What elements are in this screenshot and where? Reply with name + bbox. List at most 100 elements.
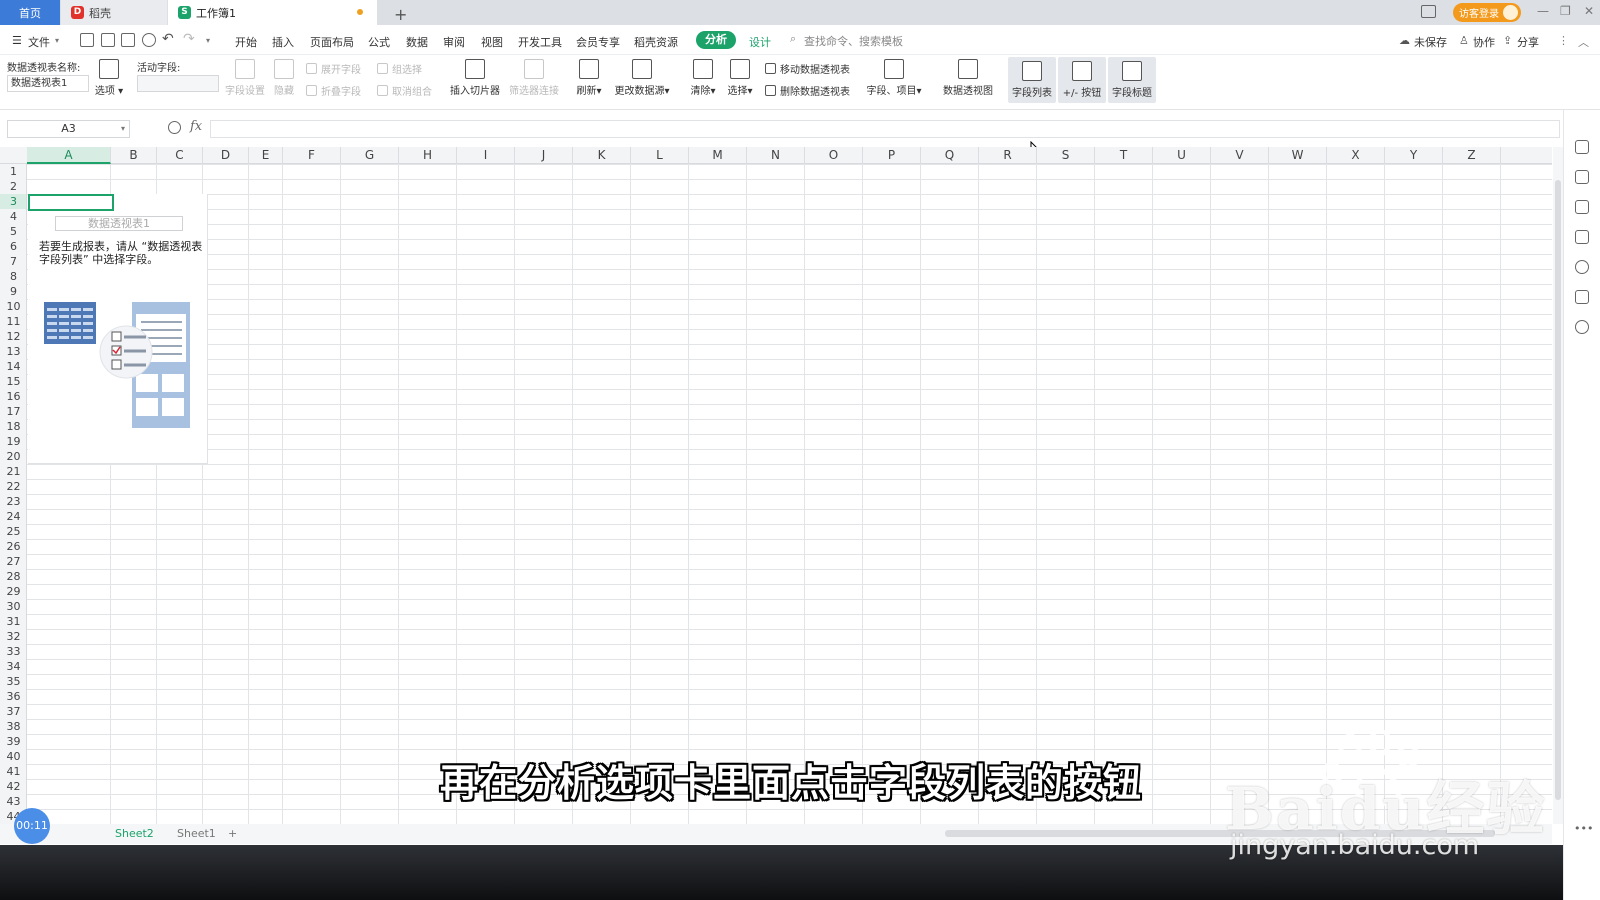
menu-member[interactable]: 会员专享 xyxy=(576,34,620,50)
collab-button[interactable]: 协作 xyxy=(1473,34,1495,50)
row-header-cell[interactable]: 10 xyxy=(0,299,26,314)
column-header-cell[interactable]: A xyxy=(27,147,111,164)
location-icon[interactable] xyxy=(1575,320,1589,334)
column-header-cell[interactable]: K xyxy=(573,147,631,164)
row-header-cell[interactable]: 22 xyxy=(0,479,26,494)
print-icon[interactable] xyxy=(121,33,135,47)
column-header-cell[interactable]: S xyxy=(1037,147,1095,164)
hamburger-icon[interactable]: ☰ xyxy=(12,34,22,47)
column-header-cell[interactable]: W xyxy=(1269,147,1327,164)
ungroup-button[interactable]: 取消组合 xyxy=(377,83,432,98)
row-header-cell[interactable]: 38 xyxy=(0,719,26,734)
expand-field-button[interactable]: 展开字段 xyxy=(306,61,361,76)
column-header-cell[interactable]: E xyxy=(249,147,283,164)
field-list-button[interactable]: 字段列表 xyxy=(1008,57,1056,103)
row-header-cell[interactable]: 3 xyxy=(0,194,26,209)
row-header-cell[interactable]: 36 xyxy=(0,689,26,704)
menu-view[interactable]: 视图 xyxy=(481,34,503,50)
menu-insert[interactable]: 插入 xyxy=(272,34,294,50)
close-icon[interactable]: ✕ xyxy=(1584,4,1594,18)
guest-login-button[interactable]: 访客登录 xyxy=(1453,3,1521,22)
unsaved-status[interactable]: 未保存 xyxy=(1414,34,1447,50)
row-header-cell[interactable]: 34 xyxy=(0,659,26,674)
column-header-cell[interactable]: G xyxy=(341,147,399,164)
quick-access-more-icon[interactable]: ▾ xyxy=(206,36,210,45)
row-header-cell[interactable]: 14 xyxy=(0,359,26,374)
options-button[interactable]: 选项 ▾ xyxy=(93,55,125,97)
row-header-cell[interactable]: 24 xyxy=(0,509,26,524)
sheet-tab-active[interactable]: Sheet2 xyxy=(115,827,154,840)
column-header-cell[interactable]: L xyxy=(631,147,689,164)
row-header-cell[interactable]: 23 xyxy=(0,494,26,509)
layout-icon[interactable] xyxy=(1421,5,1436,18)
export-icon[interactable] xyxy=(101,33,115,47)
column-header-cell[interactable]: X xyxy=(1327,147,1385,164)
row-header-cell[interactable]: 37 xyxy=(0,704,26,719)
row-header-cell[interactable]: 15 xyxy=(0,374,26,389)
select-button[interactable]: 选择▾ xyxy=(725,55,755,97)
column-header-cell[interactable]: O xyxy=(805,147,863,164)
tag-icon[interactable] xyxy=(1575,140,1589,154)
tab-home[interactable]: 首页 xyxy=(0,0,60,25)
save-icon[interactable] xyxy=(80,33,94,47)
preview-icon[interactable] xyxy=(142,33,156,47)
menu-daoke-resources[interactable]: 稻壳资源 xyxy=(634,34,678,50)
group-selection-button[interactable]: 组选择 xyxy=(377,61,422,76)
image-icon[interactable] xyxy=(1575,290,1589,304)
delete-pivot-button[interactable]: 删除数据透视表 xyxy=(765,83,850,98)
menu-data[interactable]: 数据 xyxy=(406,34,428,50)
name-box-dropdown-icon[interactable]: ▾ xyxy=(121,124,125,133)
menu-developer[interactable]: 开发工具 xyxy=(518,34,562,50)
pivot-chart-button[interactable]: 数据透视图 xyxy=(940,55,996,97)
help-icon[interactable] xyxy=(1575,260,1589,274)
row-header-cell[interactable]: 2 xyxy=(0,179,26,194)
add-sheet-icon[interactable]: + xyxy=(228,827,237,840)
row-header-cell[interactable]: 8 xyxy=(0,269,26,284)
row-header-cell[interactable]: 9 xyxy=(0,284,26,299)
row-header-cell[interactable]: 25 xyxy=(0,524,26,539)
pointer-icon[interactable] xyxy=(1575,170,1589,184)
row-header-cell[interactable]: 43 xyxy=(0,794,26,809)
column-header-cell[interactable]: R xyxy=(979,147,1037,164)
tab-workbook[interactable]: S 工作簿1 xyxy=(168,0,377,25)
insert-slicer-button[interactable]: 插入切片器 xyxy=(449,55,501,97)
column-header-cell[interactable]: V xyxy=(1211,147,1269,164)
row-header-cell[interactable]: 20 xyxy=(0,449,26,464)
row-header-cell[interactable]: 33 xyxy=(0,644,26,659)
crop-icon[interactable] xyxy=(1575,230,1589,244)
row-header-cell[interactable]: 17 xyxy=(0,404,26,419)
column-header-cell[interactable]: H xyxy=(399,147,457,164)
row-header-cell[interactable]: 11 xyxy=(0,314,26,329)
row-header-cell[interactable]: 21 xyxy=(0,464,26,479)
tab-design[interactable]: 设计 xyxy=(749,34,771,50)
column-header-cell[interactable]: F xyxy=(283,147,341,164)
formula-input[interactable] xyxy=(210,120,1560,138)
column-header-cell[interactable]: U xyxy=(1153,147,1211,164)
undo-icon[interactable]: ↶ xyxy=(162,31,174,47)
row-header-cell[interactable]: 12 xyxy=(0,329,26,344)
row-header-cell[interactable]: 29 xyxy=(0,584,26,599)
field-headers-button[interactable]: 字段标题 xyxy=(1108,57,1156,103)
more-dots-icon[interactable]: ••• xyxy=(1574,822,1593,835)
column-header-cell[interactable]: P xyxy=(863,147,921,164)
collapse-field-button[interactable]: 折叠字段 xyxy=(306,83,361,98)
refresh-button[interactable]: 刷新▾ xyxy=(573,55,605,97)
row-header-cell[interactable]: 32 xyxy=(0,629,26,644)
row-header-cell[interactable]: 28 xyxy=(0,569,26,584)
row-header-cell[interactable]: 18 xyxy=(0,419,26,434)
command-search-input[interactable]: 查找命令、搜索模板 xyxy=(804,33,903,49)
zoom-icon[interactable] xyxy=(168,121,181,134)
clear-button[interactable]: 清除▾ xyxy=(688,55,718,97)
vertical-scroll-thumb[interactable] xyxy=(1555,180,1561,800)
change-data-source-button[interactable]: 更改数据源▾ xyxy=(612,55,672,97)
menu-formula[interactable]: 公式 xyxy=(368,34,390,50)
tab-daoke[interactable]: D 稻壳 xyxy=(61,0,167,25)
plus-minus-buttons-button[interactable]: +/- 按钮 xyxy=(1058,57,1106,103)
restore-icon[interactable]: ❐ xyxy=(1560,4,1571,18)
menu-page-layout[interactable]: 页面布局 xyxy=(310,34,354,50)
column-header-cell[interactable]: Y xyxy=(1385,147,1443,164)
redo-icon[interactable]: ↷ xyxy=(183,31,195,47)
more-icon[interactable]: ⋮ xyxy=(1558,34,1569,47)
column-header-cell[interactable]: M xyxy=(689,147,747,164)
fx-icon[interactable]: fx xyxy=(190,119,202,134)
